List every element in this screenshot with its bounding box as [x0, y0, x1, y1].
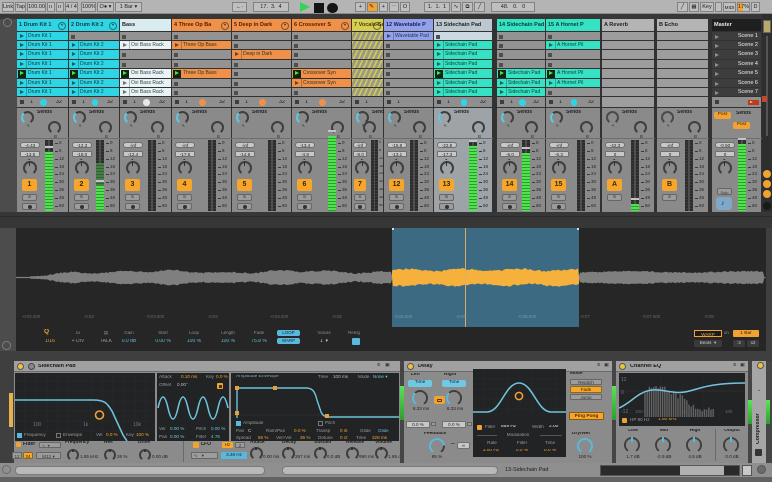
svg-text:1k: 1k	[681, 409, 687, 414]
svg-text:0: 0	[621, 390, 624, 396]
svg-text:10k: 10k	[725, 409, 733, 414]
svg-text:100: 100	[635, 409, 643, 414]
svg-text:100: 100	[33, 422, 42, 428]
svg-text:1k: 1k	[83, 422, 89, 428]
svg-text:12: 12	[621, 377, 627, 383]
svg-text:10k: 10k	[133, 422, 142, 428]
svg-text:-12: -12	[621, 409, 628, 415]
